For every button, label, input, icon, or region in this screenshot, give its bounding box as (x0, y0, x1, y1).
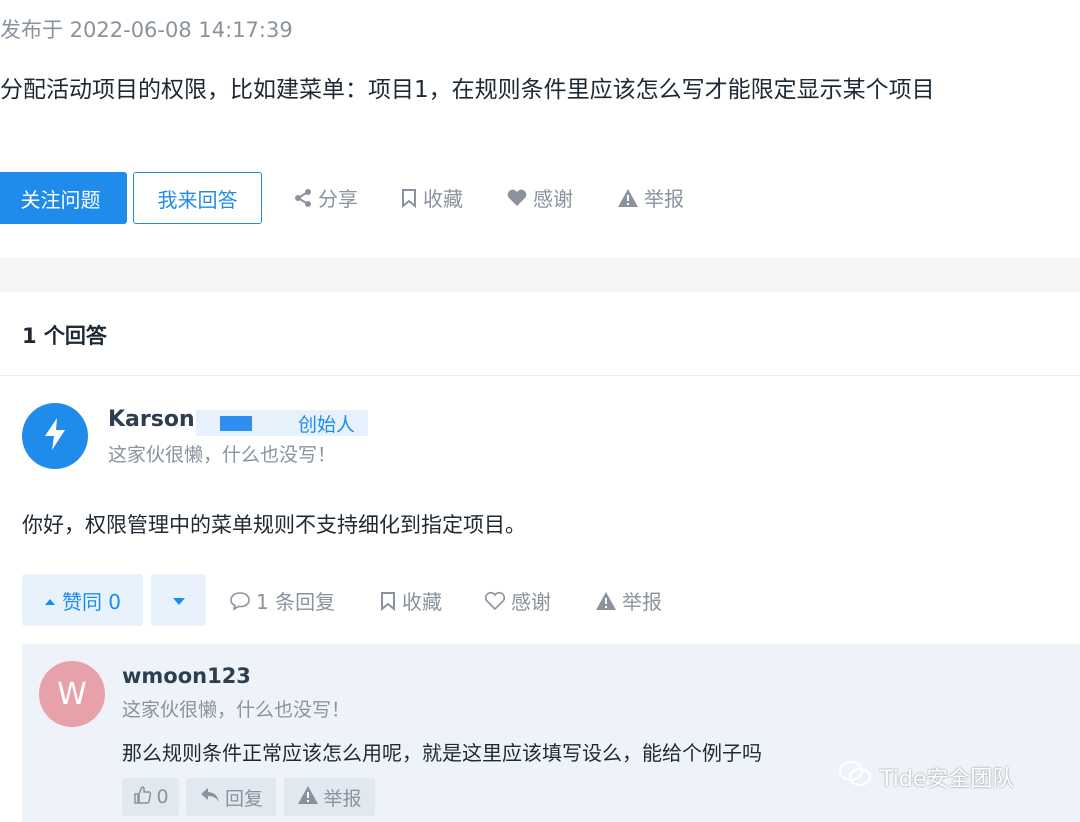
publish-time: 发布于 2022-06-08 14:17:39 (0, 18, 293, 42)
bookmark-icon (400, 188, 418, 208)
reply-author[interactable]: wmoon123 (122, 664, 251, 688)
thanks-button[interactable]: 感谢 (506, 183, 573, 212)
thanks-label: 感谢 (533, 187, 573, 211)
report-button[interactable]: 举报 (617, 183, 684, 212)
caret-down-icon (172, 591, 186, 610)
answer-text: 你好，权限管理中的菜单规则不支持细化到指定项目。 (22, 513, 526, 537)
avatar[interactable] (22, 403, 88, 469)
comment-icon (229, 591, 251, 611)
bolt-icon (42, 417, 68, 455)
share-icon (293, 188, 313, 208)
reply-author-bio: 这家伙很懒，什么也没写！ (122, 699, 351, 721)
answer-question-button[interactable]: 我来回答 (133, 172, 262, 224)
share-button[interactable]: 分享 (293, 183, 358, 212)
answer-favorite-button[interactable]: 收藏 (379, 586, 442, 615)
heart-icon (506, 188, 528, 208)
reply-like-button[interactable]: 0 (122, 778, 179, 816)
reply-report-button[interactable]: 举报 (284, 778, 375, 816)
replies-button[interactable]: 1 条回复 (229, 586, 335, 615)
question-text: 分配活动项目的权限，比如建菜单：项目1，在规则条件里应该怎么写才能限定显示某个项… (0, 77, 935, 103)
report-label: 举报 (644, 187, 684, 211)
warning-icon (617, 188, 639, 208)
reply-avatar[interactable]: W (39, 661, 105, 727)
divider (0, 375, 1080, 376)
watermark: Tide安全团队 (838, 760, 1014, 794)
thumb-up-icon (132, 785, 152, 810)
follow-question-button[interactable]: 关注问题 (0, 172, 127, 224)
reply-reply-label: 回复 (224, 787, 263, 810)
heart-outline-icon (484, 591, 506, 611)
share-label: 分享 (318, 187, 358, 211)
warning-icon (297, 785, 319, 810)
upvote-label: 赞同 0 (61, 589, 122, 614)
answer-count: 1 个回答 (22, 324, 107, 348)
watermark-text: Tide安全团队 (880, 767, 1015, 792)
answer-thanks-label: 感谢 (511, 590, 551, 614)
wechat-icon (838, 760, 872, 794)
reply-report-label: 举报 (323, 787, 362, 810)
answer-author[interactable]: Karson (108, 407, 195, 432)
author-bio: 这家伙很懒，什么也没写！ (108, 444, 337, 466)
bookmark-icon (379, 591, 397, 611)
section-separator (0, 258, 1080, 292)
redacted-block (220, 416, 252, 431)
favorite-button[interactable]: 收藏 (400, 183, 463, 212)
caret-up-icon (44, 588, 56, 612)
answer-thanks-button[interactable]: 感谢 (484, 586, 551, 615)
founder-badge: 创始人 (298, 414, 356, 436)
upvote-button[interactable]: 赞同 0 (22, 574, 143, 626)
reply-like-count: 0 (156, 786, 169, 808)
reply-text: 那么规则条件正常应该怎么用呢，就是这里应该填写设么，能给个例子吗 (122, 741, 762, 765)
answer-report-label: 举报 (622, 590, 662, 614)
replies-label: 1 条回复 (256, 590, 336, 614)
reply-reply-button[interactable]: 回复 (186, 778, 276, 816)
answer-favorite-label: 收藏 (402, 590, 442, 614)
warning-icon (595, 591, 617, 611)
favorite-label: 收藏 (423, 187, 463, 211)
reply-icon (199, 786, 221, 809)
downvote-button[interactable] (151, 574, 206, 626)
answer-report-button[interactable]: 举报 (595, 586, 662, 615)
